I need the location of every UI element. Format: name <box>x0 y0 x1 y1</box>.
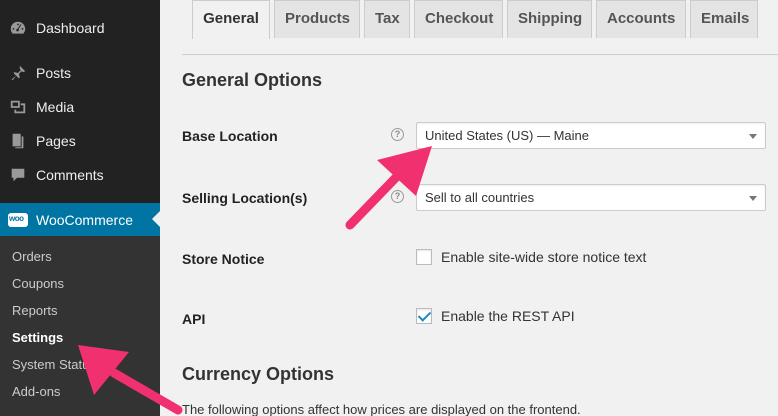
chevron-down-icon <box>749 134 757 139</box>
selling-locations-label: Selling Location(s) <box>182 190 308 206</box>
menu-media[interactable]: Media <box>0 90 160 124</box>
submenu-settings[interactable]: Settings <box>12 328 63 348</box>
menu-label: Media <box>36 99 75 115</box>
base-location-select[interactable]: United States (US) — Maine <box>416 122 766 149</box>
tab-general[interactable]: General <box>192 0 270 39</box>
pages-icon <box>8 131 28 151</box>
menu-pages[interactable]: Pages <box>0 124 160 158</box>
tab-products[interactable]: Products <box>274 0 360 38</box>
submenu-reports[interactable]: Reports <box>12 301 58 321</box>
woocommerce-submenu: Orders Coupons Reports Settings System S… <box>0 236 160 416</box>
menu-posts[interactable]: Posts <box>0 56 160 90</box>
menu-label: WooCommerce <box>36 212 133 228</box>
submenu-coupons[interactable]: Coupons <box>12 274 64 294</box>
base-location-label: Base Location <box>182 128 278 144</box>
tab-emails[interactable]: Emails <box>690 0 758 38</box>
submenu-system-status[interactable]: System Status <box>12 355 160 375</box>
media-icon <box>8 97 28 117</box>
woocommerce-icon <box>8 210 28 230</box>
rest-api-checkbox[interactable] <box>416 308 432 324</box>
comment-icon <box>8 165 28 185</box>
menu-woocommerce[interactable]: WooCommerce <box>0 203 160 237</box>
rest-api-checkbox-label[interactable]: Enable the REST API <box>441 308 575 324</box>
chevron-down-icon <box>749 196 757 201</box>
selling-locations-select[interactable]: Sell to all countries <box>416 184 766 211</box>
tab-tax[interactable]: Tax <box>364 0 410 38</box>
menu-label: Dashboard <box>36 20 105 36</box>
general-options-title: General Options <box>182 70 323 90</box>
help-icon[interactable]: ? <box>391 190 404 203</box>
menu-label: Posts <box>36 65 72 81</box>
select-value: United States (US) — Maine <box>425 128 590 143</box>
tab-checkout[interactable]: Checkout <box>414 0 503 38</box>
currency-options-description: The following options affect how prices … <box>182 402 581 416</box>
help-icon[interactable]: ? <box>391 128 404 141</box>
api-label: API <box>182 311 206 327</box>
store-notice-checkbox[interactable] <box>416 249 432 265</box>
menu-comments[interactable]: Comments <box>0 158 160 192</box>
tab-divider <box>182 54 778 55</box>
tab-shipping[interactable]: Shipping <box>507 0 592 38</box>
menu-dashboard[interactable]: Dashboard <box>0 11 160 45</box>
currency-options-title: Currency Options <box>182 364 335 384</box>
select-value: Sell to all countries <box>425 190 535 205</box>
menu-label: Pages <box>36 133 76 149</box>
menu-label: Comments <box>36 167 104 183</box>
store-notice-checkbox-label[interactable]: Enable site-wide store notice text <box>441 249 646 265</box>
submenu-add-ons[interactable]: Add-ons <box>12 382 60 402</box>
submenu-orders[interactable]: Orders <box>12 247 52 267</box>
tab-accounts[interactable]: Accounts <box>596 0 686 38</box>
pin-icon <box>8 63 28 83</box>
store-notice-label: Store Notice <box>182 251 265 267</box>
dashboard-icon <box>8 18 28 38</box>
